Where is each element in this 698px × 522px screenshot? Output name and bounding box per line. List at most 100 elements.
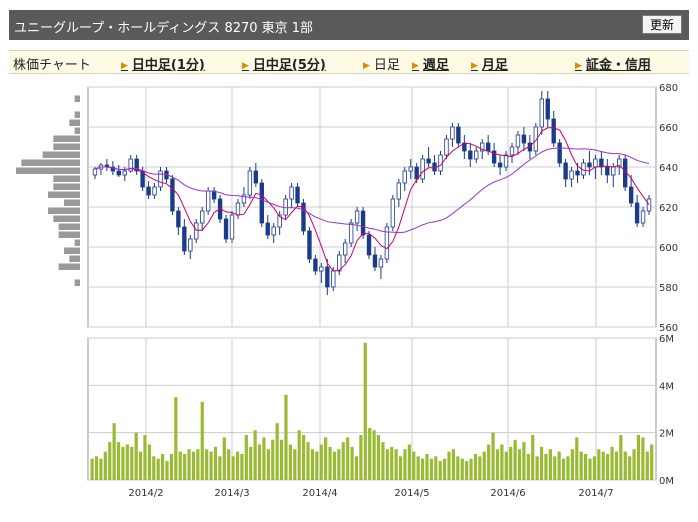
volume-bar	[262, 437, 266, 480]
chart-area: 560 580 600 620 640 660 680 0M 2M 4M 6M 2014/2 2014/…	[16, 83, 678, 499]
volume-bar	[645, 451, 649, 480]
volume-bar	[504, 451, 508, 480]
candle-body	[497, 162, 503, 168]
volume-bar	[196, 449, 200, 480]
volume-bar	[469, 458, 473, 480]
volume-bar	[509, 446, 513, 480]
candle-body	[396, 182, 401, 200]
volume-bar	[253, 430, 257, 480]
volume-bar	[275, 423, 279, 480]
volume-bar	[636, 435, 641, 480]
volume-bar	[601, 451, 605, 480]
volume-bar	[94, 456, 99, 480]
volume-bar	[134, 432, 138, 480]
candle-body	[271, 226, 276, 236]
candle-body	[575, 170, 580, 176]
candle-body	[247, 170, 253, 196]
volume-bar	[293, 449, 297, 480]
volume-bar	[500, 444, 504, 480]
volume-bar	[112, 423, 116, 480]
volume-bar	[178, 451, 182, 480]
price-tick-label: 580	[659, 283, 678, 294]
volume-bar	[412, 451, 416, 480]
candle-body	[485, 142, 491, 152]
candle-body	[289, 186, 294, 200]
candle-body	[343, 242, 348, 256]
candle-body	[557, 142, 562, 164]
candle-body	[348, 222, 354, 244]
volume-bar	[341, 442, 345, 480]
volume-bar	[205, 449, 209, 480]
volume-bar	[513, 439, 517, 480]
price-tick-label: 660	[659, 123, 678, 134]
volume-bar	[169, 453, 174, 480]
volume-bar	[116, 442, 121, 480]
volume-bar	[456, 456, 460, 480]
volume-bar	[539, 446, 544, 480]
date-tick-label: 2014/6	[490, 488, 525, 499]
volume-profile-bar	[74, 95, 80, 102]
volume-bar	[125, 444, 129, 480]
volume-profile-bar	[64, 199, 80, 206]
volume-profile-bar	[58, 263, 80, 270]
volume-tick-label: 0M	[659, 476, 674, 487]
candle-body	[295, 186, 300, 204]
volume-bar	[147, 444, 151, 480]
candle-body	[521, 134, 527, 144]
volume-profile-bar	[53, 175, 80, 182]
volume-bar	[614, 451, 619, 480]
volume-bar	[491, 432, 495, 480]
volume-bar	[623, 451, 627, 480]
volume-bar	[200, 401, 204, 480]
volume-bar	[138, 451, 143, 480]
volume-bar	[420, 458, 425, 480]
volume-bar	[108, 442, 112, 480]
price-tick-label: 640	[659, 163, 678, 174]
volume-bar	[152, 456, 156, 480]
volume-bar	[156, 458, 160, 480]
volume-bar	[584, 453, 588, 480]
volume-bar	[535, 456, 539, 480]
candle-body	[331, 270, 336, 288]
volume-profile-bar	[64, 247, 80, 254]
volume-bar	[526, 453, 530, 480]
candle-body	[515, 134, 521, 148]
candle-body	[372, 254, 378, 268]
volume-bar	[231, 456, 235, 480]
volume-bar	[130, 446, 134, 480]
volume-bar	[390, 446, 394, 480]
volume-profile-bar	[16, 167, 80, 174]
candle-body	[450, 126, 455, 140]
volume-bar	[429, 458, 433, 480]
candle-body	[259, 182, 264, 224]
volume-bar	[249, 446, 253, 480]
volume-bar	[257, 444, 262, 480]
volume-bar	[416, 456, 420, 480]
volume-bar	[271, 439, 275, 480]
volume-profile-bar	[58, 231, 80, 238]
volume-bar	[465, 461, 469, 480]
candle-body	[319, 266, 324, 272]
price-tick-label: 620	[659, 203, 678, 214]
candle-body	[402, 170, 407, 184]
volume-bar	[575, 437, 579, 480]
candle-body	[158, 170, 163, 188]
date-tick-label: 2014/3	[214, 488, 249, 499]
volume-bar	[161, 453, 165, 480]
volume-bar	[324, 437, 328, 480]
volume-bar	[517, 449, 522, 480]
volume-bar	[425, 453, 429, 480]
volume-bar	[628, 456, 632, 480]
candle-body	[611, 166, 616, 176]
volume-bar	[222, 437, 226, 480]
candle-body	[92, 168, 98, 176]
candle-body	[474, 150, 479, 160]
volume-profile-bar	[53, 183, 80, 190]
volume-bar	[376, 435, 381, 480]
candle-body	[605, 166, 610, 176]
candle-body	[634, 202, 640, 224]
volume-bar	[531, 435, 535, 480]
volume-bar	[368, 427, 372, 480]
volume-profile-bar	[21, 159, 80, 166]
candle-body	[223, 218, 229, 240]
